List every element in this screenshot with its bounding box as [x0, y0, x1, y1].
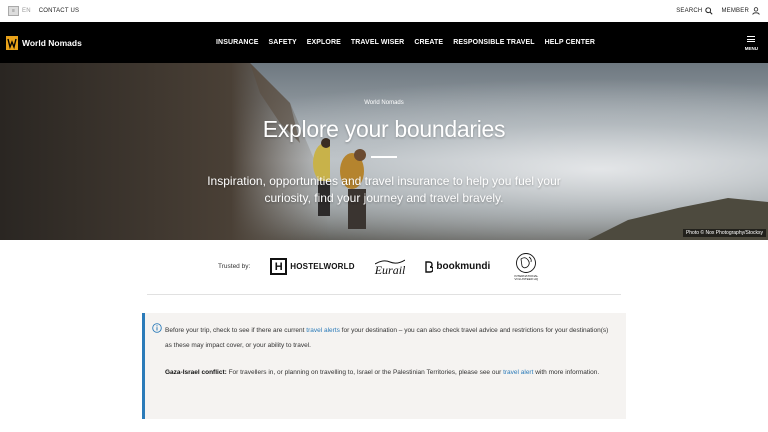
- ivhq-name: INTERNATIONAL VOLUNTEER HQ: [514, 273, 539, 281]
- nav-responsible-travel[interactable]: RESPONSIBLE TRAVEL: [453, 39, 534, 46]
- bookmundi-b-icon: [425, 260, 434, 273]
- trusted-label: Trusted by:: [218, 263, 251, 270]
- search-label: SEARCH: [676, 8, 703, 14]
- trusted-by-row: Trusted by: H HOSTELWORLD Eurail bookmun…: [0, 240, 768, 293]
- hero-photo-rock: [0, 63, 330, 240]
- hamburger-icon: [747, 35, 756, 44]
- search-button[interactable]: SEARCH: [676, 7, 714, 15]
- eurail-name: Eurail: [374, 262, 406, 277]
- notice-text-1a: Before your trip, check to see if there …: [165, 327, 307, 334]
- member-label: MEMBER: [721, 8, 749, 14]
- menu-label: MENU: [744, 45, 758, 51]
- partner-hostelworld-logo: H HOSTELWORLD: [270, 258, 355, 275]
- travel-alerts-link[interactable]: travel alerts: [306, 327, 340, 334]
- nav-safety[interactable]: SAFETY: [269, 39, 297, 46]
- nav-create[interactable]: CREATE: [414, 39, 443, 46]
- world-nomads-logo-icon: [6, 35, 18, 50]
- photo-credit: Photo © Nox Photography/Stocksy: [682, 229, 766, 237]
- notice-conflict-heading: Gaza-Israel conflict:: [165, 369, 227, 376]
- nav-travel-wiser[interactable]: TRAVEL WISER: [351, 39, 404, 46]
- utility-bar: ≡ EN CONTACT US SEARCH MEMBER: [0, 0, 768, 22]
- language-selector[interactable]: ≡ EN: [8, 6, 31, 16]
- language-label: EN: [22, 8, 31, 14]
- info-icon: [152, 323, 162, 333]
- partner-ivhq-logo: INTERNATIONAL VOLUNTEER HQ: [510, 252, 542, 282]
- brand-logo[interactable]: World Nomads: [6, 35, 82, 50]
- ivhq-globe-icon: [516, 252, 537, 273]
- bookmundi-name: bookmundi: [436, 261, 491, 272]
- contact-us-link[interactable]: CONTACT US: [39, 8, 79, 14]
- member-button[interactable]: MEMBER: [721, 7, 760, 15]
- travel-alert-notice: Before your trip, check to see if there …: [142, 313, 626, 419]
- partner-bookmundi-logo: bookmundi: [425, 260, 491, 273]
- nav-insurance[interactable]: INSURANCE: [216, 39, 259, 46]
- menu-button[interactable]: MENU: [745, 35, 758, 51]
- notice-text-2b: with more information.: [533, 369, 600, 376]
- hostelworld-mark: H: [270, 258, 288, 275]
- nav-explore[interactable]: EXPLORE: [307, 39, 341, 46]
- hero-title: Explore your boundaries: [262, 116, 506, 142]
- site-header: World Nomads INSURANCE SAFETY EXPLORE TR…: [0, 22, 768, 63]
- hero-kicker: World Nomads: [364, 100, 404, 106]
- nav-help-center[interactable]: HELP CENTER: [545, 39, 595, 46]
- notice-text-2a: For travellers in, or planning on travel…: [226, 369, 504, 376]
- notice-paragraph-alerts: Before your trip, check to see if there …: [165, 323, 612, 353]
- language-box: ≡: [8, 6, 19, 16]
- user-icon: [752, 7, 760, 15]
- notice-paragraph-conflict: Gaza-Israel conflict: For travellers in,…: [165, 365, 612, 380]
- hero-banner: World Nomads Explore your boundaries Ins…: [0, 63, 768, 240]
- main-nav: INSURANCE SAFETY EXPLORE TRAVEL WISER CR…: [216, 22, 595, 63]
- search-icon: [705, 7, 714, 15]
- hero-subtitle: Inspiration, opportunities and travel in…: [207, 174, 561, 205]
- utility-left: ≡ EN CONTACT US: [8, 6, 79, 16]
- utility-right: SEARCH MEMBER: [676, 7, 760, 15]
- travel-alert-link[interactable]: travel alert: [503, 369, 533, 376]
- section-divider: [147, 294, 621, 295]
- hero-divider: [371, 156, 397, 158]
- partner-eurail-logo: Eurail: [374, 259, 406, 277]
- brand-name: World Nomads: [22, 37, 82, 48]
- hostelworld-name: HOSTELWORLD: [290, 262, 355, 271]
